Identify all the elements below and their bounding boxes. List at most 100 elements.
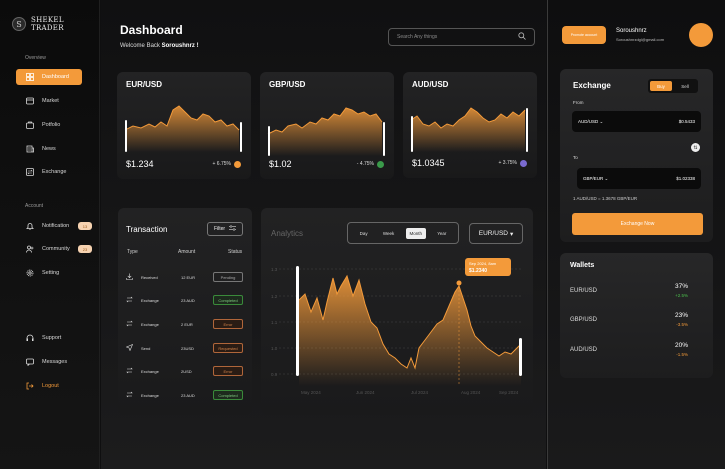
welcome-username: Soroushnrz ! [161, 43, 199, 49]
status-badge: Error [213, 319, 243, 329]
trend-up-icon [234, 161, 241, 168]
row-amount: 23USD [181, 345, 194, 351]
from-value: $0.5433 [678, 119, 695, 124]
sidebar-item-label: Market [42, 98, 59, 104]
exchange-arrows-icon [126, 391, 134, 399]
card-pair: EUR/USD [126, 80, 163, 89]
sidebar-item-setting[interactable]: Setting [16, 265, 82, 281]
card-price: $1.02 [269, 159, 292, 169]
col-status: Status [228, 249, 243, 255]
from-label: From [573, 100, 584, 105]
sidebar-item-community[interactable]: Community 23 [16, 241, 92, 257]
community-badge: 23 [78, 245, 92, 253]
sidebar-item-messages[interactable]: Messages [16, 354, 82, 370]
sidebar-item-label: Notification [42, 223, 70, 229]
download-icon [126, 273, 134, 281]
sidebar-item-label: Messages [42, 359, 68, 365]
sidebar: S SHEKEL TRADER Overview Dashboard Marke… [0, 0, 100, 469]
notification-badge: 13 [78, 222, 92, 230]
right-panel: Promote account Soroushnrz Soroushnrzdgl… [547, 0, 725, 469]
sidebar-item-label: Setting [42, 270, 60, 276]
avatar[interactable] [689, 23, 713, 47]
table-row[interactable]: Exchange 2USD Error [126, 365, 251, 377]
sell-tab[interactable]: Sell [674, 81, 696, 91]
currency-card-gbpusd[interactable]: GBP/USD $1.02 - 4.75% [260, 72, 394, 179]
main-content: Dashboard Welcome Back Soroushnrz ! EUR/… [101, 0, 546, 469]
exchange-now-button[interactable]: Exchange Now [572, 213, 703, 235]
col-type: Type [127, 249, 138, 255]
sidebar-item-news[interactable]: News [16, 141, 82, 157]
card-change: + 6.75% [212, 161, 232, 167]
range-handle-left[interactable] [296, 266, 299, 376]
brand-logo-icon: S [12, 17, 26, 31]
welcome-message: Welcome Back Soroushnrz ! [120, 43, 199, 49]
wallets-panel: Wallets EUR/USD 37% +2.5% GBP/USD 23% -3… [560, 253, 713, 378]
table-row[interactable]: Exchange 23 AUD Completed [126, 294, 251, 306]
sidebar-item-label: Community [42, 246, 70, 252]
range-handle-right[interactable] [519, 338, 522, 376]
transaction-panel: Transaction Filter Type Amount Status Re… [118, 208, 252, 415]
tooltip-date: Sep 2024, 8am [469, 261, 497, 266]
to-label: To [573, 155, 578, 160]
to-field[interactable]: GBP/EUR ⌄ $1.02338 [577, 168, 701, 189]
buy-sell-toggle: Buy Sell [648, 79, 698, 93]
sidebar-item-support[interactable]: Support [16, 330, 82, 346]
buy-tab[interactable]: Buy [650, 81, 672, 91]
to-pair-select[interactable]: GBP/EUR ⌄ [583, 176, 608, 182]
users-icon [26, 245, 34, 253]
card-sparkline [410, 107, 528, 152]
card-price: $1.234 [126, 159, 154, 169]
exchange-arrows-icon [126, 296, 134, 304]
welcome-prefix: Welcome Back [120, 43, 162, 49]
filter-button[interactable]: Filter [207, 222, 243, 236]
sidebar-item-label: Support [42, 335, 62, 341]
from-pair-select[interactable]: AUD/USD ⌄ [578, 119, 603, 125]
table-row[interactable]: Exchange 2 EUR Error [126, 318, 251, 330]
trend-up-icon [520, 160, 527, 167]
table-row[interactable]: Received 12 EUR Pending [126, 271, 251, 283]
briefcase-icon [26, 121, 34, 129]
wallet-change: -1.5% [676, 352, 688, 357]
currency-card-eurusd[interactable]: EUR/USD $1.234 + 6.75% [117, 72, 251, 179]
row-type: Exchange [141, 321, 159, 327]
sidebar-item-notification[interactable]: Notification 13 [16, 218, 92, 234]
filter-icon [229, 225, 237, 233]
y-tick: 1.3 [271, 267, 278, 272]
brand[interactable]: S SHEKEL TRADER [12, 16, 99, 32]
sidebar-item-portfolio[interactable]: Potfolio [16, 117, 82, 133]
search-input[interactable] [397, 34, 507, 40]
y-tick: 1.0 [271, 346, 278, 351]
wallet-change: +2.5% [675, 293, 688, 298]
news-icon [26, 145, 34, 153]
table-row[interactable]: Send 23USD Requested [125, 342, 251, 354]
message-icon [26, 358, 34, 366]
sidebar-item-label: Logout [42, 383, 59, 389]
search-icon[interactable] [518, 32, 526, 42]
row-amount: 12 EUR [181, 274, 196, 280]
wallet-percent: 20% [674, 342, 688, 349]
sidebar-item-logout[interactable]: Logout [16, 378, 82, 394]
y-tick: 1.1 [271, 320, 278, 325]
gear-icon [26, 269, 34, 277]
status-badge: Error [213, 366, 243, 376]
exchange-panel: Exchange Buy Sell From AUD/USD ⌄ $0.5433… [560, 69, 713, 242]
user-name: Soroushnrz [616, 28, 647, 34]
table-row[interactable]: Exchange 23 AUD Completed [126, 389, 251, 401]
wallets-title: Wallets [570, 262, 595, 269]
filter-label: Filter [213, 226, 226, 232]
row-type: Received [141, 274, 158, 280]
sidebar-item-exchange[interactable]: Exchange [16, 164, 82, 180]
card-price: $1.0345 [412, 158, 445, 168]
currency-card-audusd[interactable]: AUD/USD $1.0345 + 3.75% [403, 72, 537, 178]
promote-account-button[interactable]: Promote account [562, 26, 606, 44]
sidebar-item-dashboard[interactable]: Dashboard [16, 69, 82, 85]
row-amount: 2 EUR [181, 321, 193, 327]
headset-icon [26, 334, 34, 342]
sidebar-item-market[interactable]: Market [16, 93, 82, 109]
bell-icon [26, 222, 34, 230]
card-pair: GBP/USD [269, 80, 306, 89]
sidebar-item-label: Exchange [42, 169, 67, 175]
search-box[interactable] [388, 28, 535, 46]
from-field[interactable]: AUD/USD ⌄ $0.5433 [572, 111, 701, 132]
swap-icon[interactable]: ⇅ [691, 143, 700, 152]
